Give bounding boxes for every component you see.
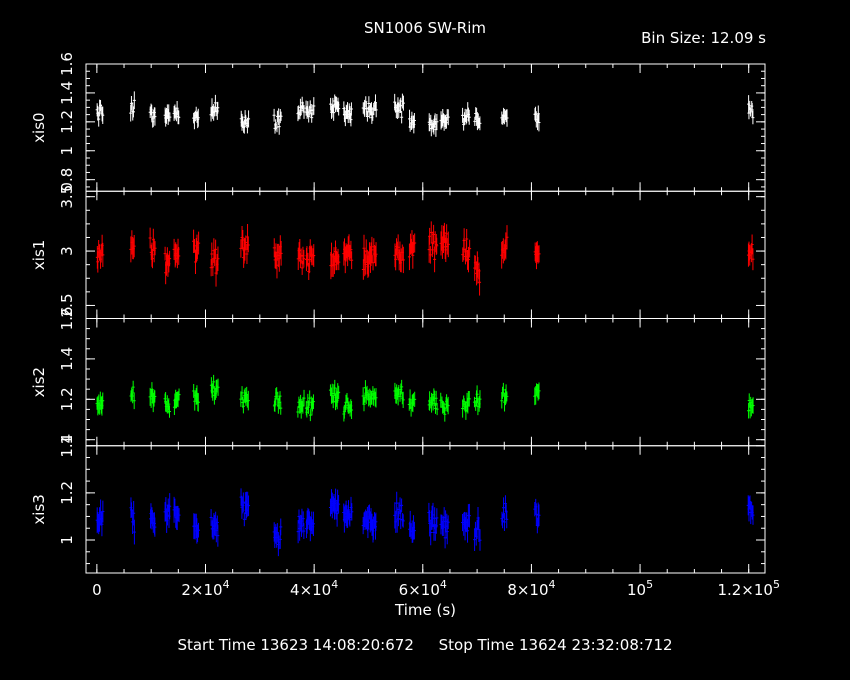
- ytick-label-xis2: 1.4: [58, 347, 76, 371]
- ytick-label-xis0: 1.6: [58, 52, 76, 76]
- ytick-label-xis3: 1.2: [58, 481, 76, 505]
- xtick-label: 105: [627, 578, 653, 599]
- ytick-label-xis0: 1.4: [58, 81, 76, 105]
- xtick-label: 2×104: [181, 578, 229, 599]
- panel-frame-xis2: [85, 318, 766, 447]
- panel-label-xis2: xis2: [30, 367, 48, 397]
- series-xis1: [95, 221, 755, 296]
- xtick-label: 1.2×105: [717, 578, 780, 599]
- ytick-label-xis2: 1.6: [58, 307, 76, 331]
- ytick-label-xis2: 1.2: [58, 387, 76, 411]
- series-xis3: [95, 488, 755, 557]
- panel-frame-xis3: [85, 445, 766, 574]
- ytick-label-xis0: 1: [58, 146, 76, 156]
- time-range: Start Time 13623 14:08:20:672 Stop Time …: [0, 636, 850, 654]
- start-time: Start Time 13623 14:08:20:672: [177, 636, 414, 654]
- panel-label-xis1: xis1: [30, 240, 48, 270]
- xtick-label: 8×104: [507, 578, 555, 599]
- xtick-label: 4×104: [290, 578, 338, 599]
- series-xis0: [95, 91, 755, 137]
- ytick-label-xis3: 1.4: [58, 434, 76, 458]
- light-curve-plot: 0.811.21.41.6xis02.533.5xis111.21.41.6xi…: [30, 52, 780, 619]
- stop-time: Stop Time 13624 23:32:08:712: [438, 636, 673, 654]
- ytick-label-xis0: 1.2: [58, 110, 76, 134]
- panel-frame-xis1: [85, 190, 766, 319]
- ytick-label-xis1: 3.5: [58, 185, 76, 209]
- panel-frame-xis0: [85, 63, 766, 192]
- xtick-label: 0: [92, 581, 102, 599]
- xtick-label: 6×104: [399, 578, 447, 599]
- series-xis2: [95, 374, 755, 422]
- ytick-label-xis3: 1: [58, 535, 76, 545]
- panel-label-xis0: xis0: [30, 112, 48, 142]
- ytick-label-xis1: 3: [58, 246, 76, 256]
- x-axis-label: Time (s): [394, 601, 456, 619]
- panel-label-xis3: xis3: [30, 494, 48, 524]
